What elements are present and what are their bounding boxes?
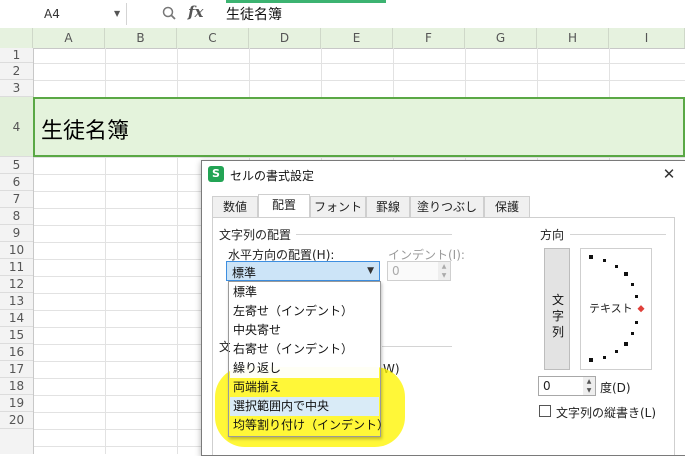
column-header-b[interactable]: B [105, 28, 177, 48]
section-divider [296, 234, 452, 235]
dropdown-option-fill[interactable]: 繰り返し [230, 359, 379, 378]
row-header-1[interactable]: 1 [0, 48, 33, 63]
orientation-label: 方向 [540, 228, 565, 242]
vertical-text-checkbox[interactable] [539, 405, 551, 417]
row-header-18[interactable]: 18 [0, 378, 33, 395]
row-header-6[interactable]: 6 [0, 174, 33, 191]
spin-up-icon[interactable]: ▲ [438, 262, 450, 271]
row-header-2[interactable]: 2 [0, 63, 33, 80]
dropdown-option-standard[interactable]: 標準 [230, 283, 379, 302]
column-header-i[interactable]: I [609, 28, 685, 48]
formula-bar: A4 ▼ fx 生徒名簿 [0, 0, 685, 29]
row-header-16[interactable]: 16 [0, 344, 33, 361]
dialog-title-bar[interactable]: S セルの書式設定 ✕ [202, 161, 685, 188]
dropdown-option-center[interactable]: 中央寄せ [230, 321, 379, 340]
row-header-8[interactable]: 8 [0, 208, 33, 225]
row-header-4[interactable]: 4 [0, 97, 33, 157]
row-header-9[interactable]: 9 [0, 225, 33, 242]
horizontal-alignment-dropdown: 標準 左寄せ（インデント） 中央寄せ 右寄せ（インデント） 繰り返し 両端揃え … [228, 281, 389, 437]
indent-value: 0 [392, 264, 400, 278]
column-header-a[interactable]: A [33, 28, 105, 48]
chevron-down-icon[interactable]: ▼ [114, 9, 120, 18]
horizontal-alignment-value: 標準 [232, 266, 257, 280]
select-all-corner[interactable] [0, 28, 33, 48]
row-header: 1 2 3 4 5 6 7 8 9 10 11 12 13 14 15 16 1… [0, 48, 34, 454]
tab-border[interactable]: 罫線 [366, 196, 410, 217]
dropdown-option-distributed-indent[interactable]: 均等割り付け（インデント） [230, 416, 389, 435]
indent-spinner[interactable]: 0 ▲ ▼ [387, 261, 451, 281]
vertical-text-button[interactable]: 文 字 列 [544, 248, 570, 370]
row-header-17[interactable]: 17 [0, 361, 33, 378]
grid-line [33, 63, 685, 64]
row-header-5[interactable]: 5 [0, 157, 33, 174]
horizontal-alignment-select[interactable]: 標準 ▼ [226, 261, 380, 281]
zoom-icon[interactable] [162, 6, 176, 20]
orientation-dial[interactable]: テキスト [580, 248, 652, 370]
degree-label: 度(D) [600, 381, 631, 395]
dropdown-option-right-indent[interactable]: 右寄せ（インデント） [230, 340, 379, 359]
vertical-text-char: 文 [551, 293, 564, 307]
grid-line [33, 80, 685, 81]
column-header: A B C D E F G H I [0, 28, 685, 49]
vertical-text-checkbox-label: 文字列の縦書き(L) [556, 406, 657, 420]
cell-a4-text: 生徒名簿 [41, 119, 130, 144]
grid-line [33, 157, 685, 158]
column-header-g[interactable]: G [465, 28, 537, 48]
formula-bar-accent [226, 0, 386, 3]
orientation-text: テキスト [589, 302, 633, 315]
vertical-text-char: 列 [551, 325, 564, 339]
column-header-h[interactable]: H [537, 28, 609, 48]
section-text-alignment: 文字列の配置 [219, 228, 292, 242]
vertical-text-char: 字 [551, 309, 564, 323]
tab-fill[interactable]: 塗りつぶし [410, 196, 484, 217]
tab-protection[interactable]: 保護 [484, 196, 530, 217]
row-header-15[interactable]: 15 [0, 327, 33, 344]
name-box-value: A4 [44, 7, 60, 21]
row-header-11[interactable]: 11 [0, 259, 33, 276]
name-box[interactable]: A4 ▼ [0, 3, 127, 25]
row-header-10[interactable]: 10 [0, 242, 33, 259]
close-icon[interactable]: ✕ [658, 164, 680, 184]
tab-alignment[interactable]: 配置 [258, 194, 310, 218]
tab-number[interactable]: 数値 [212, 196, 258, 217]
column-header-f[interactable]: F [393, 28, 465, 48]
dialog-title: セルの書式設定 [230, 169, 315, 183]
fx-icon[interactable]: fx [188, 3, 203, 21]
dropdown-option-center-across-selection[interactable]: 選択範囲内で中央 [230, 397, 379, 416]
spin-down-icon[interactable]: ▼ [438, 271, 450, 280]
column-header-d[interactable]: D [249, 28, 321, 48]
section-divider [382, 346, 452, 347]
column-header-c[interactable]: C [177, 28, 249, 48]
row-header-7[interactable]: 7 [0, 191, 33, 208]
selected-range-a4-i4[interactable]: 生徒名簿 [33, 97, 685, 157]
tab-font[interactable]: フォント [310, 196, 366, 217]
degree-spinner[interactable]: 0 ▲ ▼ [538, 376, 596, 396]
row-header-19[interactable]: 19 [0, 395, 33, 412]
column-header-e[interactable]: E [321, 28, 393, 48]
row-header-3[interactable]: 3 [0, 80, 33, 97]
row-header-20[interactable]: 20 [0, 412, 33, 429]
dropdown-option-left-indent[interactable]: 左寄せ（インデント） [230, 302, 379, 321]
app-logo-icon: S [208, 166, 224, 182]
degree-value: 0 [543, 379, 551, 393]
section-divider [570, 234, 666, 235]
row-header-13[interactable]: 13 [0, 293, 33, 310]
dropdown-option-justify[interactable]: 両端揃え [230, 378, 379, 397]
row-header-12[interactable]: 12 [0, 276, 33, 293]
row-header-14[interactable]: 14 [0, 310, 33, 327]
formula-content[interactable]: 生徒名簿 [226, 4, 282, 24]
spin-down-icon[interactable]: ▼ [583, 386, 595, 395]
chevron-down-icon[interactable]: ▼ [367, 266, 374, 276]
spin-up-icon[interactable]: ▲ [583, 377, 595, 386]
